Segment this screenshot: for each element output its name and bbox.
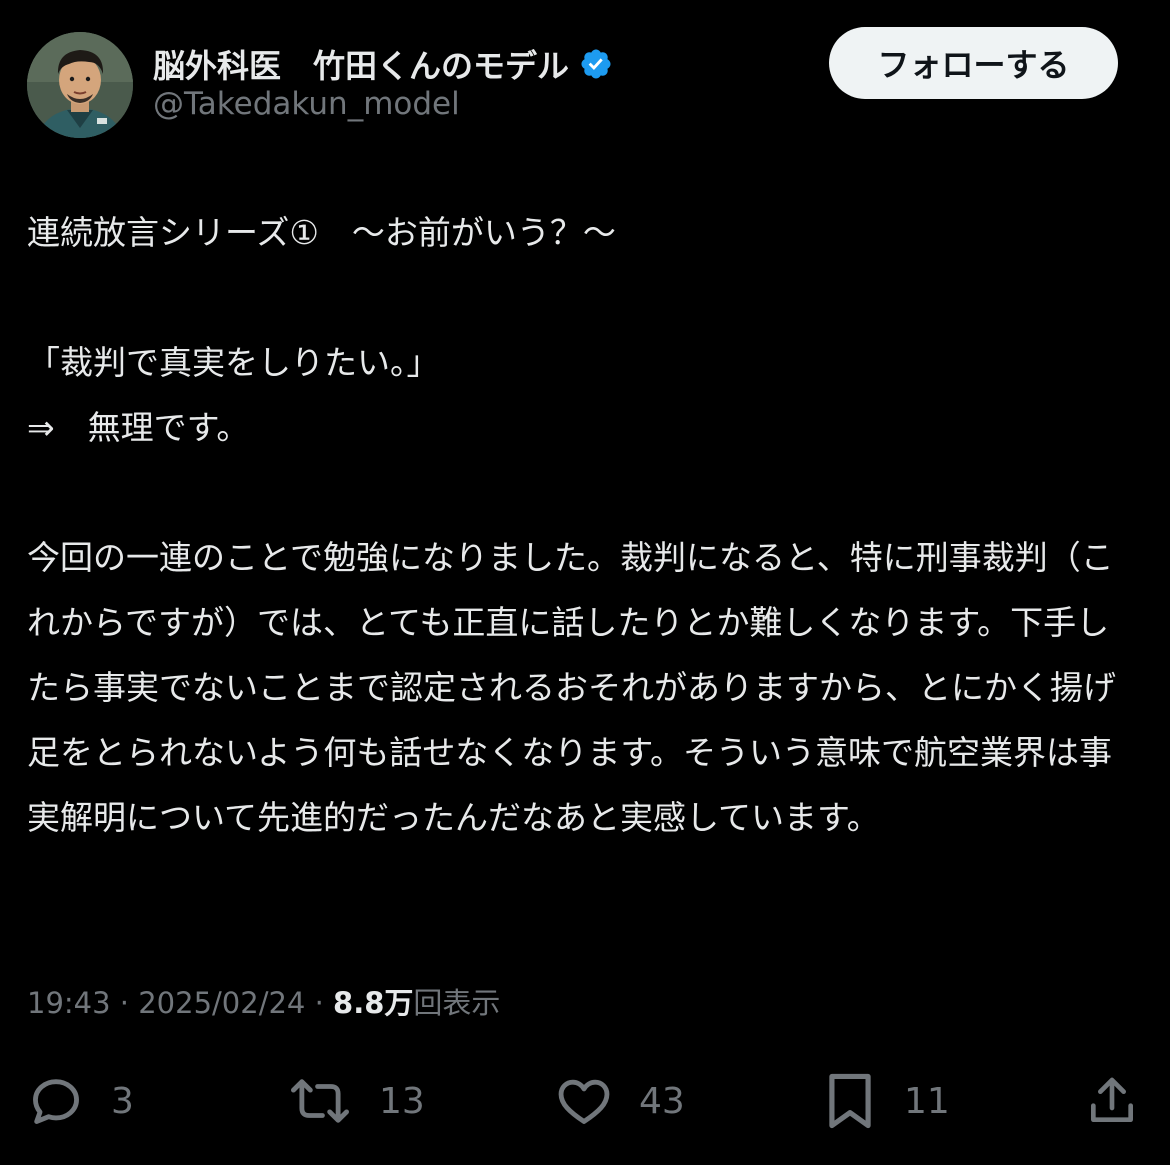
views-label: 回表示: [413, 986, 501, 1020]
share-button[interactable]: [1084, 1066, 1140, 1136]
tweet-date[interactable]: 2025/02/24: [138, 986, 305, 1020]
user-handle[interactable]: @Takedakun_model: [153, 86, 460, 122]
retweet-count: 13: [379, 1080, 425, 1122]
tweet-text: 連続放言シリーズ① ～お前がいう？～ 「裁判で真実をしりたい。」 ⇒ 無理です。…: [27, 200, 1137, 850]
like-button[interactable]: 43: [555, 1066, 685, 1136]
avatar[interactable]: [27, 32, 133, 138]
tweet-line: 「裁判で真実をしりたい。」: [27, 343, 440, 382]
reply-button[interactable]: 3: [27, 1066, 134, 1136]
tweet-meta: 19:43 · 2025/02/24 · 8.8万回表示: [27, 980, 500, 1022]
heart-icon: [558, 1079, 610, 1124]
follow-button[interactable]: フォローする: [829, 27, 1118, 99]
avatar-illustration-icon: [27, 32, 133, 138]
tweet-line: 連続放言シリーズ① ～お前がいう？～: [27, 213, 616, 252]
like-count: 43: [639, 1080, 685, 1122]
bookmark-icon: [829, 1073, 871, 1129]
reply-icon: [33, 1079, 79, 1124]
views-count: 8.8万: [333, 986, 414, 1020]
tweet-line: ⇒ 無理です。: [27, 408, 250, 447]
meta-separator: ·: [305, 986, 334, 1020]
action-bar: 3 13 43 11: [0, 1066, 1170, 1136]
display-name-row[interactable]: 脳外科医 竹田くんのモデル: [153, 40, 613, 88]
retweet-button[interactable]: 13: [287, 1066, 425, 1136]
share-icon: [1091, 1077, 1133, 1122]
reply-count: 3: [111, 1080, 134, 1122]
verified-badge-icon: [581, 49, 611, 79]
bookmark-count: 11: [904, 1080, 950, 1122]
retweet-icon: [290, 1079, 349, 1123]
tweet-paragraph: 今回の一連のことで勉強になりました。裁判になると、特に刑事裁判（これからですが）…: [27, 538, 1116, 837]
bookmark-button[interactable]: 11: [822, 1066, 950, 1136]
meta-separator: ·: [110, 986, 139, 1020]
display-name[interactable]: 脳外科医 竹田くんのモデル: [153, 41, 569, 87]
tweet-time[interactable]: 19:43: [27, 986, 111, 1020]
